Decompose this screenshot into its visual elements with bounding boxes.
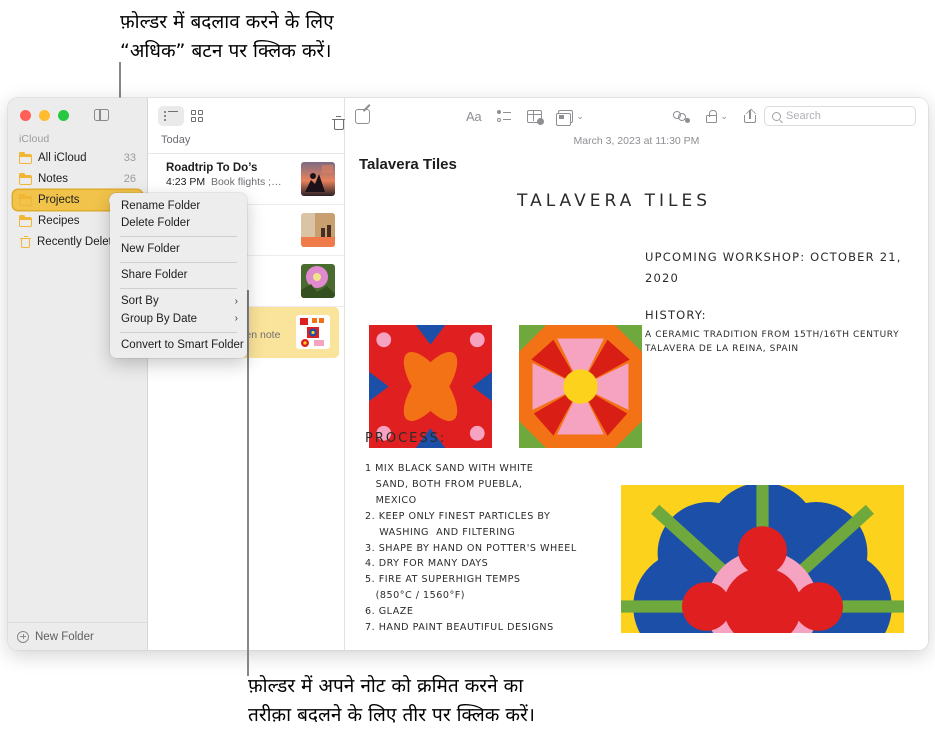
menu-separator <box>120 288 237 289</box>
minimize-button[interactable] <box>39 109 50 121</box>
note-thumbnail <box>301 213 335 247</box>
chevron-right-icon: › <box>234 295 238 307</box>
tile-artwork-flower <box>621 482 904 633</box>
annotation-top: फ़ोल्डर में बदलाव करने के लिए “अधिक” बटन… <box>120 11 334 62</box>
note-heading: Talavera Tiles <box>359 156 457 173</box>
folder-icon <box>19 215 32 227</box>
media-button[interactable]: ⌄ <box>556 109 584 126</box>
handwritten-workshop: UPCOMING WORKSHOP: OCTOBER 21, 2020 <box>645 250 902 285</box>
sidebar-item-label: Projects <box>38 194 80 206</box>
compose-icon <box>355 108 370 124</box>
chevron-down-icon: ⌄ <box>576 110 584 121</box>
menu-separator <box>120 331 237 332</box>
menu-item-new-folder[interactable]: New Folder <box>110 241 247 259</box>
note-thumbnail <box>296 315 330 349</box>
menu-item-label: Group By Date <box>121 312 198 325</box>
notes-app-window: iCloud All iCloud 33 Notes 26 Projects •… <box>8 98 928 650</box>
search-input[interactable]: Search <box>764 106 916 126</box>
tile-artwork-rosette <box>519 325 642 448</box>
chevron-down-icon: ⌄ <box>720 110 728 121</box>
share-icon <box>744 109 756 123</box>
menu-item-rename-folder[interactable]: Rename Folder <box>110 197 247 215</box>
folder-context-menu[interactable]: Rename Folder Delete Folder New Folder S… <box>110 193 247 358</box>
handwritten-process-list: 1 MIX BLACK SAND WITH WHITE SAND, BOTH F… <box>365 463 577 633</box>
menu-item-group-by-date[interactable]: Group By Date › <box>110 310 247 328</box>
list-view-button[interactable] <box>158 106 184 126</box>
share-button[interactable] <box>744 109 756 123</box>
note-list-toolbar <box>148 98 344 134</box>
annotation-bottom: फ़ोल्डर में अपने नोट को क्रमित करने का त… <box>248 675 535 726</box>
search-placeholder: Search <box>786 110 821 122</box>
note-preview: Book flights ;… <box>210 176 282 188</box>
sidebar-item-count: 26 <box>123 173 136 185</box>
note-subtitle: 4:23 PM Book flights ;… <box>166 176 295 188</box>
folder-icon <box>19 152 32 164</box>
sidebar-toggle-icon[interactable] <box>94 109 109 121</box>
menu-item-convert-to-smart-folder[interactable]: Convert to Smart Folder <box>110 336 247 354</box>
menu-separator <box>120 262 237 263</box>
folder-icon <box>19 194 32 206</box>
handwritten-history-body: A CERAMIC TRADITION FROM 15TH/16TH CENTU… <box>645 330 900 354</box>
sidebar-section-label: iCloud <box>19 133 50 145</box>
note-content[interactable]: TALAVERA TILES UPCOMING WORKSHOP: OCTOBE… <box>345 173 928 633</box>
checklist-icon <box>497 110 512 122</box>
checklist-button[interactable] <box>497 110 512 122</box>
note-group-header: Today <box>148 134 344 154</box>
lock-button[interactable]: ⌄ <box>706 109 728 123</box>
search-icon <box>772 111 781 121</box>
plus-circle-icon <box>17 630 29 643</box>
close-button[interactable] <box>20 109 31 121</box>
sidebar-item-label: Notes <box>38 173 69 185</box>
note-title: Roadtrip To Do’s <box>166 162 258 174</box>
folder-icon <box>19 173 32 185</box>
handwritten-history-heading: HISTORY: <box>645 308 707 322</box>
list-view-icon <box>164 110 178 122</box>
zoom-button[interactable] <box>58 109 69 121</box>
new-folder-button[interactable]: New Folder <box>8 622 147 650</box>
table-button[interactable] <box>527 109 545 125</box>
media-icon <box>556 109 574 126</box>
menu-item-sort-by[interactable]: Sort By › <box>110 293 247 311</box>
new-folder-label: New Folder <box>35 630 94 643</box>
menu-separator <box>120 236 237 237</box>
detail-toolbar: Aa ⌄ ⌄ Search <box>345 98 928 134</box>
note-thumbnail <box>301 264 335 298</box>
sidebar-item-all-icloud[interactable]: All iCloud 33 <box>13 148 142 168</box>
note-thumbnail <box>301 162 335 196</box>
note-timestamp: March 3, 2023 at 11:30 PM <box>573 135 700 147</box>
window-controls <box>8 98 147 121</box>
collaborate-icon <box>673 110 691 123</box>
note-detail-pane: Aa ⌄ ⌄ Search March 3, 2023 at 11:30 PM … <box>345 98 928 650</box>
sidebar-item-count: 33 <box>123 152 136 164</box>
handwritten-title: TALAVERA TILES <box>517 191 712 211</box>
sidebar: iCloud All iCloud 33 Notes 26 Projects •… <box>8 98 148 650</box>
chevron-right-icon: › <box>234 313 238 325</box>
leader-line-bottom <box>247 290 249 676</box>
trash-icon <box>20 236 31 248</box>
compose-button[interactable] <box>355 108 370 124</box>
note-time: 4:23 PM <box>166 176 206 188</box>
sidebar-item-label: All iCloud <box>38 152 87 164</box>
gallery-view-button[interactable] <box>184 106 210 126</box>
tile-artwork-butterfly <box>369 325 492 448</box>
sidebar-item-notes[interactable]: Notes 26 <box>13 169 142 189</box>
handwritten-process-heading: PROCESS: <box>365 431 447 446</box>
menu-item-share-folder[interactable]: Share Folder <box>110 267 247 285</box>
menu-item-label: Sort By <box>121 295 159 308</box>
format-button[interactable]: Aa <box>466 109 482 124</box>
gallery-view-icon <box>191 110 203 122</box>
menu-item-delete-folder[interactable]: Delete Folder <box>110 215 247 233</box>
table-icon <box>527 109 545 125</box>
lock-icon <box>706 109 718 123</box>
collaborate-button[interactable] <box>673 110 691 123</box>
